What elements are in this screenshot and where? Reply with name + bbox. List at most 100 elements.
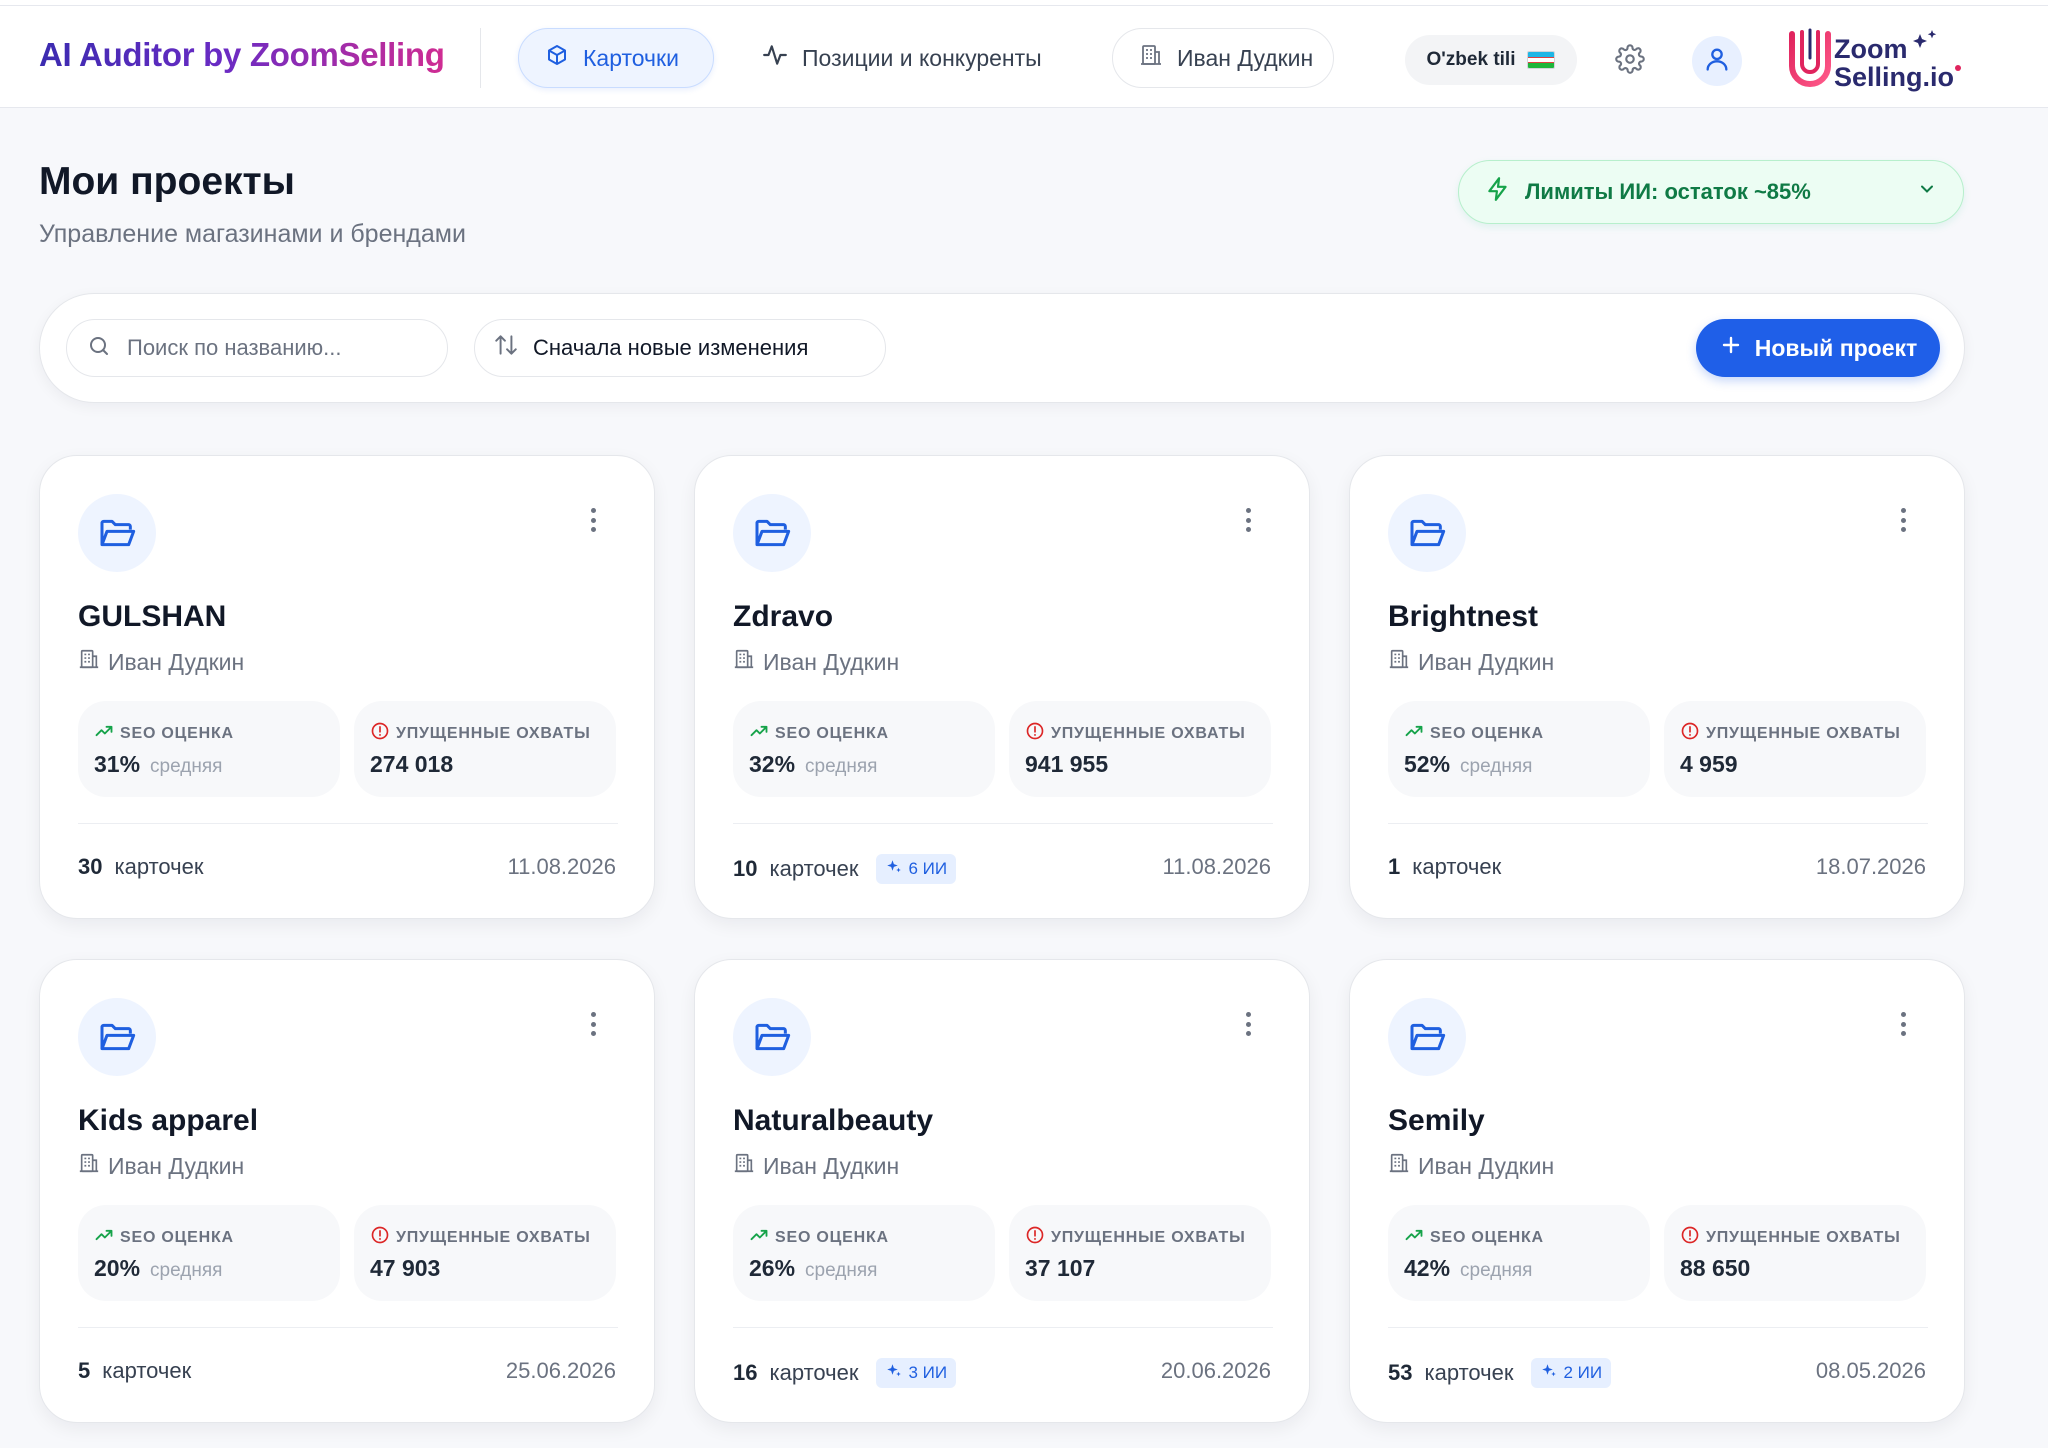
ai-edits-count: 2 ИИ	[1563, 1363, 1603, 1382]
seo-score-label: SEO ОЦЕНКА	[749, 721, 889, 746]
ai-edits-badge: 6 ИИ	[876, 854, 957, 884]
card-divider	[733, 1327, 1273, 1328]
owner-selector[interactable]: Иван Дудкин	[1112, 28, 1334, 88]
sort-arrows-icon	[493, 332, 519, 364]
ai-limits-dropdown[interactable]: Лимиты ИИ: остаток ~85%	[1458, 160, 1964, 224]
lost-reach-label: УПУЩЕННЫЕ ОХВАТЫ	[1025, 1225, 1246, 1250]
more-vertical-icon[interactable]	[578, 1008, 608, 1040]
page-title: Мои проекты	[39, 160, 295, 203]
project-owner: Иван Дудкин	[1388, 1152, 1554, 1180]
logo-text-zoom: Zoom	[1834, 34, 1908, 64]
lost-reach-label: УПУЩЕННЫЕ ОХВАТЫ	[370, 1225, 591, 1250]
seo-score-label-text: SEO ОЦЕНКА	[120, 1228, 234, 1246]
settings-button[interactable]	[1605, 36, 1655, 86]
seo-score-label-text: SEO ОЦЕНКА	[1430, 724, 1544, 742]
sparkles-icon	[885, 858, 903, 881]
user-profile-button[interactable]	[1692, 36, 1742, 86]
last-updated-date: 18.07.2026	[1815, 854, 1926, 879]
seo-score-quality: средняя	[805, 756, 878, 777]
seo-score-metric: SEO ОЦЕНКА 20% средняя	[78, 1205, 340, 1301]
lost-reach-value: 47 903	[370, 1255, 441, 1281]
chevron-down-icon	[1917, 179, 1937, 205]
lost-reach-label-text: УПУЩЕННЫЕ ОХВАТЫ	[1051, 1228, 1246, 1246]
building-icon	[78, 648, 100, 676]
lost-reach-label: УПУЩЕННЫЕ ОХВАТЫ	[1680, 1225, 1901, 1250]
seo-score-quality: средняя	[1460, 756, 1533, 777]
projects-toolbar: Сначала новые изменения Новый проект	[39, 293, 1965, 403]
app-header: AI Auditor by ZoomSelling Карточки Позиц…	[0, 6, 2048, 108]
project-card[interactable]: GULSHAN Иван Дудкин SEO ОЦЕНКА 31% средня…	[39, 455, 655, 919]
project-card[interactable]: Zdravo Иван Дудкин SEO ОЦЕНКА 32% средняя…	[694, 455, 1310, 919]
more-vertical-icon[interactable]	[1233, 1008, 1263, 1040]
more-vertical-icon[interactable]	[1888, 1008, 1918, 1040]
lost-reach-metric: УПУЩЕННЫЕ ОХВАТЫ 4 959	[1664, 701, 1926, 797]
alert-circle-icon	[1680, 721, 1700, 746]
cards-count-number: 30	[78, 854, 103, 879]
seo-score-value: 42% средняя	[1404, 1255, 1532, 1282]
search-input[interactable]	[127, 335, 427, 361]
card-divider	[733, 823, 1273, 824]
more-vertical-icon[interactable]	[1888, 504, 1918, 536]
project-owner: Иван Дудкин	[733, 1152, 899, 1180]
more-vertical-icon[interactable]	[578, 504, 608, 536]
header-divider	[480, 28, 481, 88]
project-owner: Иван Дудкин	[78, 648, 244, 676]
folder-open-icon	[733, 494, 811, 572]
cards-count-word: карточек	[1424, 1360, 1514, 1385]
seo-score-percent: 42%	[1404, 1255, 1451, 1281]
project-card[interactable]: Kids apparel Иван Дудкин SEO ОЦЕНКА 20% с…	[39, 959, 655, 1423]
project-owner-name: Иван Дудкин	[763, 1152, 900, 1179]
seo-score-metric: SEO ОЦЕНКА 26% средняя	[733, 1205, 995, 1301]
seo-score-metric: SEO ОЦЕНКА 52% средняя	[1388, 701, 1650, 797]
trending-up-icon	[94, 1225, 114, 1250]
last-updated-date: 08.05.2026	[1815, 1358, 1926, 1383]
lost-reach-label-text: УПУЩЕННЫЕ ОХВАТЫ	[1706, 1228, 1901, 1246]
ai-limits-label: Лимиты ИИ: остаток ~85%	[1525, 179, 1811, 204]
lost-reach-value: 37 107	[1025, 1255, 1096, 1281]
project-card[interactable]: Brightnest Иван Дудкин SEO ОЦЕНКА 52% сре…	[1349, 455, 1965, 919]
nav-tab-cards[interactable]: Карточки	[518, 28, 714, 88]
lost-reach-metric: УПУЩЕННЫЕ ОХВАТЫ 941 955	[1009, 701, 1271, 797]
sparkles-icon	[885, 1362, 903, 1385]
seo-score-label: SEO ОЦЕНКА	[749, 1225, 889, 1250]
project-card[interactable]: Naturalbeauty Иван Дудкин SEO ОЦЕНКА 26%…	[694, 959, 1310, 1423]
building-icon	[78, 1152, 100, 1180]
seo-score-label: SEO ОЦЕНКА	[94, 1225, 234, 1250]
seo-score-percent: 31%	[94, 751, 141, 777]
project-owner: Иван Дудкин	[78, 1152, 244, 1180]
lost-reach-value: 274 018	[370, 751, 454, 777]
search-icon	[87, 334, 111, 363]
logo-text-selling: Selling.io	[1834, 62, 1954, 92]
seo-score-value: 52% средняя	[1404, 751, 1532, 778]
more-vertical-icon[interactable]	[1233, 504, 1263, 536]
language-switch[interactable]: O'zbek tili	[1405, 35, 1577, 85]
new-project-button[interactable]: Новый проект	[1696, 319, 1940, 377]
cards-count-number: 1	[1388, 854, 1401, 879]
seo-score-percent: 20%	[94, 1255, 141, 1281]
seo-score-value: 20% средняя	[94, 1255, 222, 1282]
app-brand-title[interactable]: AI Auditor by ZoomSelling	[39, 36, 445, 74]
last-updated-date: 11.08.2026	[1162, 854, 1271, 879]
card-divider	[1388, 1327, 1928, 1328]
search-field[interactable]	[66, 319, 448, 377]
project-owner-name: Иван Дудкин	[108, 648, 245, 675]
zoomselling-logo[interactable]: Zoom Selling.io	[1786, 28, 1966, 94]
folder-open-icon	[78, 494, 156, 572]
cards-count-number: 53	[1388, 1360, 1413, 1385]
nav-tab-positions[interactable]: Позиции и конкуренты	[736, 28, 1068, 88]
sort-selector[interactable]: Сначала новые изменения	[474, 319, 886, 377]
folder-open-icon	[1388, 494, 1466, 572]
cards-count-number: 16	[733, 1360, 758, 1385]
project-card[interactable]: Semily Иван Дудкин SEO ОЦЕНКА 42% средняя…	[1349, 959, 1965, 1423]
building-icon	[1139, 43, 1163, 73]
seo-score-value: 26% средняя	[749, 1255, 877, 1282]
lost-reach-value: 941 955	[1025, 751, 1109, 777]
project-name: Naturalbeauty	[733, 1104, 934, 1137]
card-divider	[78, 1327, 618, 1328]
seo-score-quality: средняя	[1460, 1260, 1533, 1281]
lost-reach-label-text: УПУЩЕННЫЕ ОХВАТЫ	[396, 724, 591, 742]
trending-up-icon	[94, 721, 114, 746]
cards-count: 30 карточек	[78, 854, 203, 880]
lost-reach-metric: УПУЩЕННЫЕ ОХВАТЫ 88 650	[1664, 1205, 1926, 1301]
project-owner-name: Иван Дудкин	[108, 1152, 245, 1179]
